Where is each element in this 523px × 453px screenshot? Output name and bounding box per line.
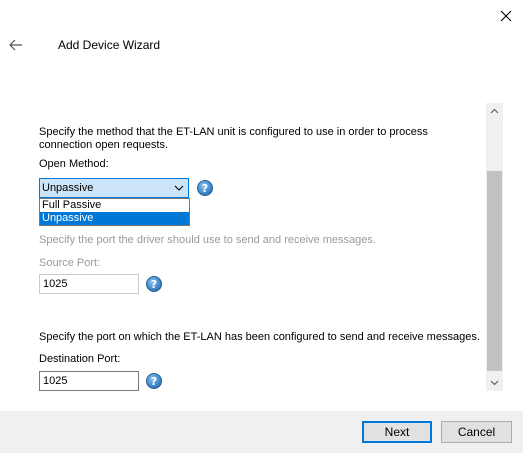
close-button[interactable] (495, 5, 517, 27)
chevron-down-icon (173, 182, 185, 194)
destination-port-input[interactable]: 1025 (39, 371, 139, 391)
wizard-title: Add Device Wizard (58, 38, 161, 52)
scroll-up-button[interactable] (486, 103, 503, 119)
source-port-description: Specify the port the driver should use t… (39, 234, 376, 246)
open-method-help-icon[interactable]: ? (197, 180, 213, 196)
dropdown-option-unpassive[interactable]: Unpassive (40, 212, 189, 225)
destination-port-label: Destination Port: (39, 353, 121, 365)
open-method-label: Open Method: (39, 158, 109, 170)
source-port-label: Source Port: (39, 257, 101, 269)
chevron-up-icon (490, 108, 499, 114)
destination-port-description: Specify the port on which the ET-LAN has… (39, 331, 480, 343)
dropdown-option-full-passive[interactable]: Full Passive (40, 199, 189, 212)
scrollbar-thumb[interactable] (487, 171, 502, 371)
next-button[interactable]: Next (362, 421, 432, 443)
back-arrow-icon (9, 39, 22, 51)
close-icon (500, 10, 512, 22)
open-method-select[interactable]: Unpassive (39, 178, 189, 198)
source-port-help-icon[interactable]: ? (146, 276, 162, 292)
destination-port-help-icon[interactable]: ? (146, 373, 162, 389)
chevron-down-icon (490, 380, 499, 386)
back-button[interactable] (7, 36, 25, 54)
scroll-down-button[interactable] (486, 375, 503, 391)
source-port-input[interactable]: 1025 (39, 274, 139, 294)
open-method-selected-value: Unpassive (42, 182, 94, 194)
cancel-button[interactable]: Cancel (441, 421, 512, 443)
open-method-dropdown-list: Full Passive Unpassive (39, 198, 190, 226)
open-method-description: Specify the method that the ET-LAN unit … (39, 126, 428, 151)
